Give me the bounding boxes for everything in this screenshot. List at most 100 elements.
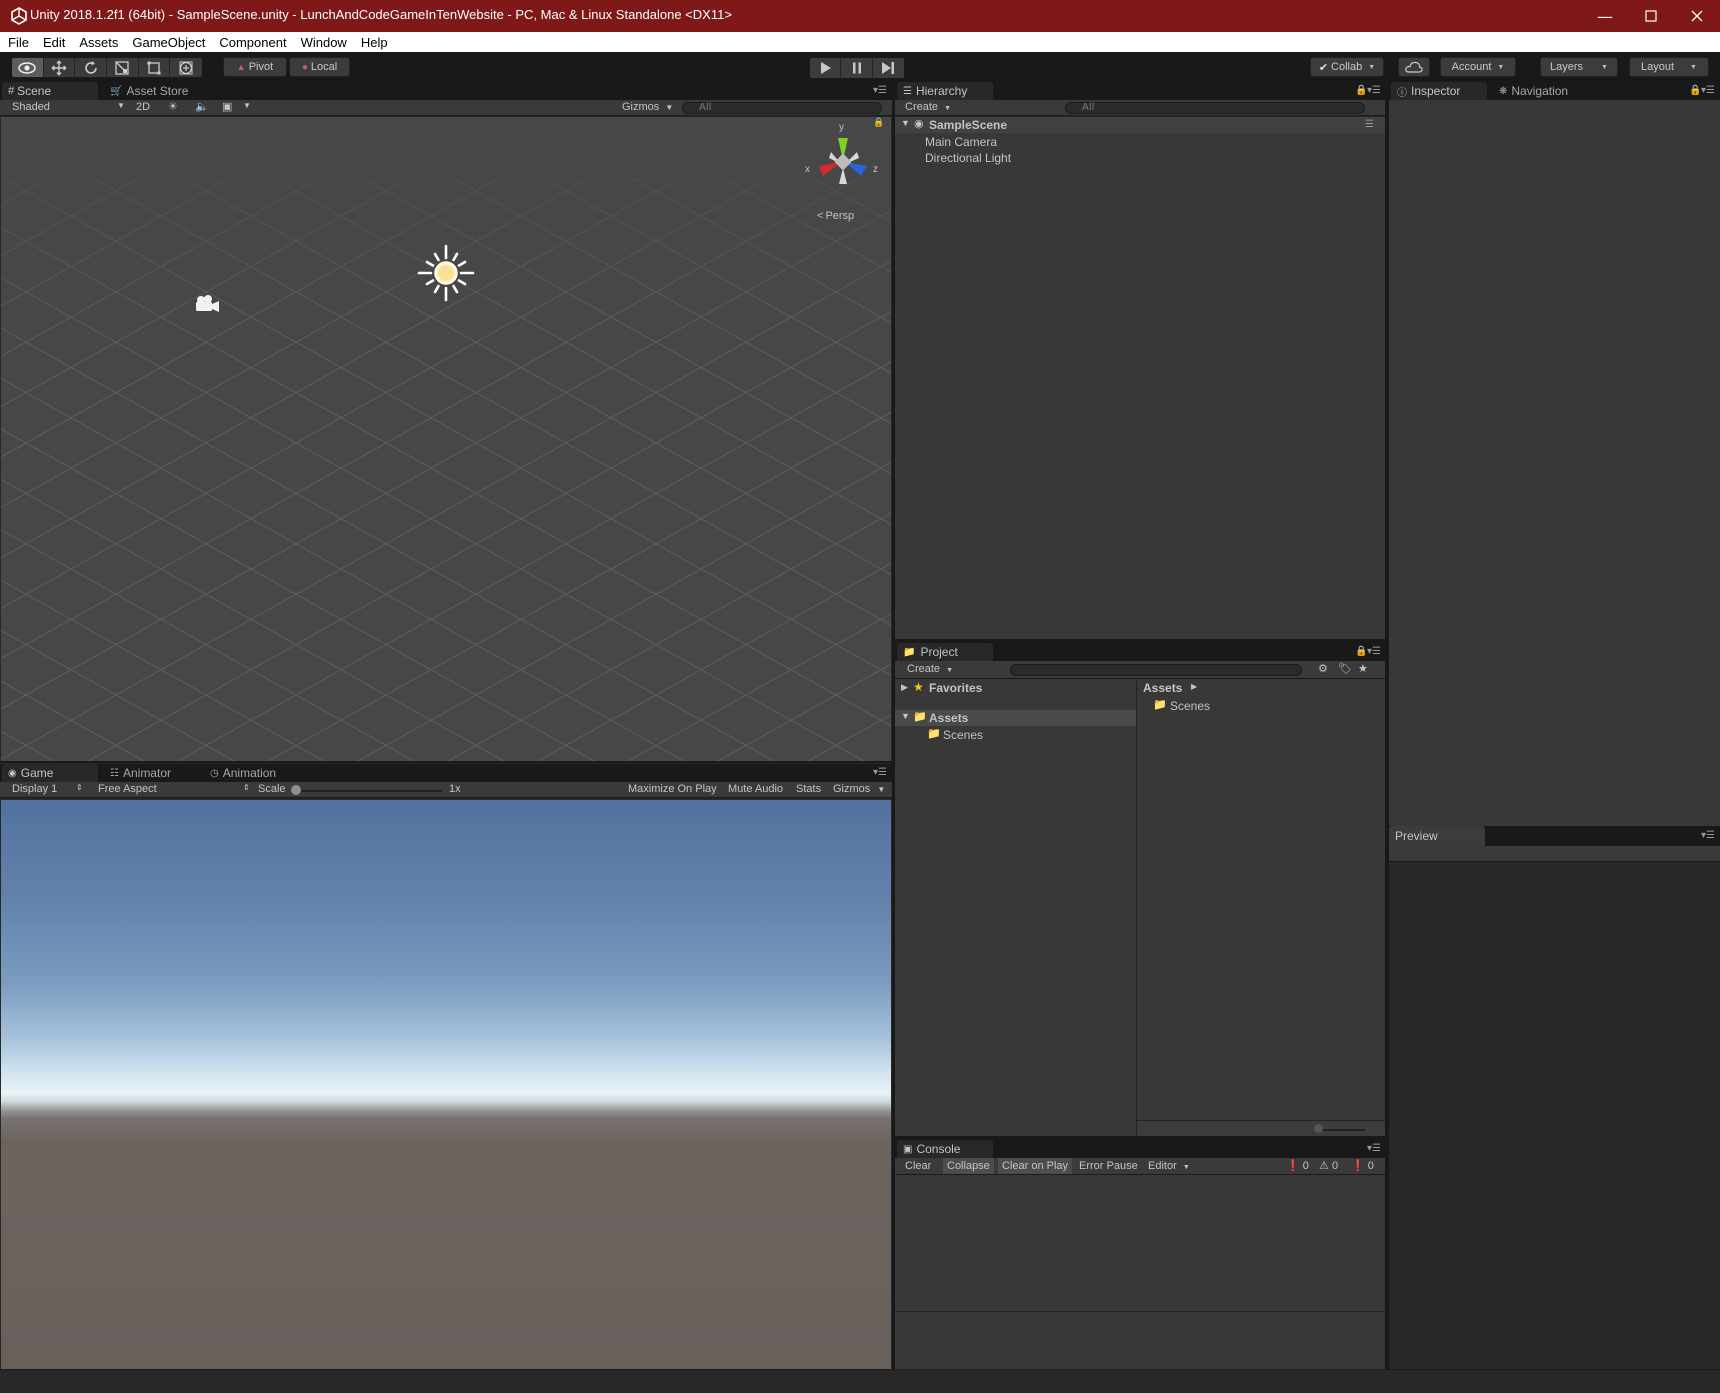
panel-menu-icon[interactable]: ▾☰ <box>1701 85 1715 96</box>
console-collapse-toggle[interactable]: Collapse <box>943 1158 994 1174</box>
collab-button[interactable]: ✔ Collab ▼ <box>1310 57 1384 77</box>
panel-menu-icon[interactable]: ▾☰ <box>873 767 887 778</box>
tab-animation[interactable]: ◷ Animation <box>204 764 294 782</box>
favorite-star-icon[interactable]: ★ <box>1358 662 1368 675</box>
tree-item-scenes[interactable]: Scenes <box>943 728 983 742</box>
asset-item-scenes[interactable]: Scenes <box>1170 699 1210 713</box>
local-button[interactable]: ● Local <box>289 57 350 77</box>
favorites-label[interactable]: Favorites <box>929 681 982 695</box>
mute-audio-toggle[interactable]: Mute Audio <box>728 783 783 795</box>
splitter[interactable] <box>0 761 892 763</box>
layout-dropdown[interactable]: Layout ▼ <box>1629 57 1709 77</box>
rect-tool-icon[interactable] <box>138 58 171 77</box>
hierarchy-search-input[interactable]: All <box>1065 102 1365 114</box>
scale-slider-thumb[interactable] <box>291 785 301 795</box>
icon-size-slider-thumb[interactable] <box>1314 1124 1323 1133</box>
tab-animator[interactable]: ☷ Animator <box>104 764 192 782</box>
2d-toggle-button[interactable]: 2D <box>136 101 150 113</box>
preview-header[interactable]: Preview <box>1389 826 1485 846</box>
view-tool-icon[interactable] <box>12 58 44 77</box>
panel-menu-icon[interactable]: ▾☰ <box>1701 830 1715 841</box>
move-tool-icon[interactable] <box>43 58 76 77</box>
lighting-toggle-icon[interactable]: ☀ <box>168 100 178 113</box>
console-clear-button[interactable]: Clear <box>905 1160 931 1172</box>
perspective-toggle[interactable]: < Persp <box>817 210 854 222</box>
panel-menu-icon[interactable]: ▾☰ <box>1367 1143 1381 1154</box>
lock-icon[interactable]: 🔒 <box>873 117 884 128</box>
expand-arrow-icon[interactable]: ▶ <box>901 682 908 693</box>
display-dropdown[interactable]: Display 1 <box>12 783 57 795</box>
panel-menu-icon[interactable]: ▾☰ <box>1367 646 1381 657</box>
scene-viewport[interactable]: y x z 🔒 < Persp <box>1 117 891 761</box>
pivot-button[interactable]: ▲ Pivot <box>223 57 287 77</box>
console-clear-on-play-toggle[interactable]: Clear on Play <box>998 1158 1073 1174</box>
menu-assets[interactable]: Assets <box>72 35 125 50</box>
filter-by-type-icon[interactable]: ⚙ <box>1318 662 1328 675</box>
tab-inspector[interactable]: ⓘ Inspector <box>1391 82 1487 100</box>
game-viewport[interactable] <box>1 800 891 1369</box>
menu-help[interactable]: Help <box>354 35 395 50</box>
tab-asset-store[interactable]: 🛒 Asset Store <box>104 82 204 100</box>
log-count-toggle[interactable]: ❗ 0 <box>1351 1159 1374 1172</box>
rotate-tool-icon[interactable] <box>75 58 108 77</box>
tree-row-assets[interactable]: ▼ 📁 Assets <box>895 710 1136 726</box>
maximize-on-play-toggle[interactable]: Maximize On Play <box>628 783 717 795</box>
audio-toggle-icon[interactable]: 🔈 <box>195 100 209 113</box>
cloud-button[interactable] <box>1398 57 1430 77</box>
camera-gizmo[interactable] <box>193 293 223 317</box>
menu-component[interactable]: Component <box>212 35 293 50</box>
close-icon[interactable] <box>1674 0 1720 32</box>
menu-gameobject[interactable]: GameObject <box>125 35 212 50</box>
console-log-list[interactable] <box>895 1175 1385 1312</box>
console-detail-area[interactable] <box>895 1312 1385 1369</box>
panel-menu-icon[interactable]: ▾☰ <box>873 85 887 96</box>
directional-light-gizmo[interactable] <box>416 243 476 303</box>
tab-console[interactable]: ▣ Console <box>897 1140 993 1158</box>
account-dropdown[interactable]: Account ▼ <box>1440 57 1516 77</box>
stats-toggle[interactable]: Stats <box>796 783 821 795</box>
list-item[interactable]: Directional Light <box>925 151 1011 165</box>
scale-slider[interactable] <box>292 790 442 792</box>
panel-menu-icon[interactable]: ▾☰ <box>1367 85 1381 96</box>
step-icon[interactable] <box>872 58 904 78</box>
tab-hierarchy[interactable]: ☰ Hierarchy <box>897 82 993 100</box>
pause-icon[interactable] <box>841 58 873 78</box>
play-controls <box>809 57 905 79</box>
scale-tool-icon[interactable] <box>107 58 139 77</box>
error-count-toggle[interactable]: ❗ 0 <box>1286 1159 1309 1172</box>
expand-arrow-icon[interactable]: ▼ <box>901 118 910 128</box>
minimize-icon[interactable]: — <box>1582 0 1628 32</box>
lock-icon[interactable]: 🔒 <box>1355 85 1367 96</box>
tab-scene[interactable]: # Scene <box>2 82 98 100</box>
scene-menu-icon[interactable]: ☰ <box>1365 119 1374 130</box>
gizmos-dropdown[interactable]: Gizmos ▼ <box>622 101 673 113</box>
tab-game[interactable]: ◉ Game <box>2 764 98 782</box>
aspect-dropdown[interactable]: Free Aspect <box>98 783 157 795</box>
console-editor-dropdown[interactable]: Editor ▼ <box>1148 1160 1190 1172</box>
layers-dropdown[interactable]: Layers ▼ <box>1540 57 1618 77</box>
shading-mode-dropdown[interactable]: Shaded <box>12 101 50 113</box>
project-search-input[interactable] <box>1010 664 1302 676</box>
transform-tool-icon[interactable] <box>170 58 202 77</box>
warning-count-toggle[interactable]: ⚠ 0 <box>1319 1159 1338 1172</box>
menu-file[interactable]: File <box>0 35 36 50</box>
lock-icon[interactable]: 🔒 <box>1689 85 1701 96</box>
game-gizmos-dropdown[interactable]: Gizmos ▼ <box>833 783 885 795</box>
tab-project[interactable]: 📁 Project <box>897 643 993 661</box>
menu-window[interactable]: Window <box>294 35 354 50</box>
expand-arrow-icon[interactable]: ▼ <box>901 711 910 721</box>
menu-edit[interactable]: Edit <box>36 35 72 50</box>
effects-toggle-icon[interactable]: ▣ <box>222 100 232 113</box>
console-error-pause-toggle[interactable]: Error Pause <box>1079 1160 1138 1172</box>
filter-by-label-icon[interactable]: 🏷 <box>1338 662 1352 675</box>
scene-search-input[interactable]: All <box>682 102 882 114</box>
maximize-icon[interactable] <box>1628 0 1674 32</box>
scene-header-row[interactable]: ▼ ◉ SampleScene ☰ <box>895 117 1385 133</box>
list-item[interactable]: Main Camera <box>925 135 997 149</box>
hierarchy-create-dropdown[interactable]: Create ▼ <box>905 101 951 113</box>
breadcrumb[interactable]: Assets <box>1143 681 1182 695</box>
project-create-dropdown[interactable]: Create ▼ <box>907 663 953 675</box>
tab-navigation[interactable]: ❋ Navigation <box>1493 82 1593 100</box>
lock-icon[interactable]: 🔒 <box>1355 646 1367 657</box>
play-icon[interactable] <box>810 58 842 78</box>
